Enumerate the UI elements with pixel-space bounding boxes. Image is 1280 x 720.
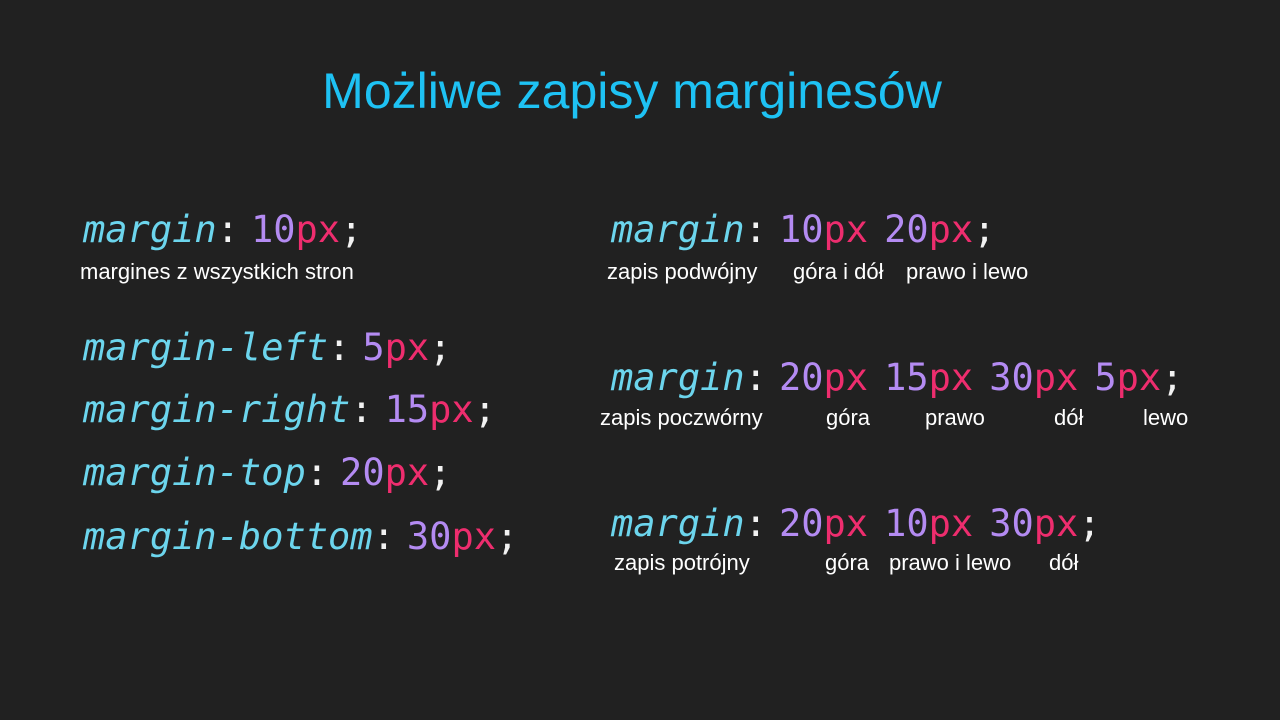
colon: : (216, 208, 239, 251)
css-property: margin (611, 208, 745, 251)
value-number: 20 (340, 451, 385, 494)
code-margin-right: margin-right: 15px; (83, 388, 496, 432)
colon: : (328, 326, 351, 369)
value-unit: px (928, 208, 974, 251)
caption-quadruple-type: zapis poczwórny (600, 405, 763, 430)
css-property: margin-bottom (83, 515, 373, 558)
caption-quadruple-top: góra (826, 405, 871, 430)
value-unit: px (1033, 502, 1079, 545)
value-number: 5 (1094, 356, 1117, 399)
colon: : (305, 451, 329, 494)
semicolon: ; (1078, 502, 1101, 545)
caption-quadruple-left: lewo (1143, 405, 1189, 430)
value-number: 30 (989, 502, 1034, 545)
semicolon: ; (1161, 356, 1184, 399)
caption-triple-horizontal: prawo i lewo (889, 550, 1012, 575)
caption-triple-bottom: dół (1049, 550, 1079, 575)
value-number: 30 (989, 356, 1034, 399)
value-unit: px (384, 326, 430, 369)
value-number: 10 (778, 208, 824, 251)
caption-quadruple-bottom: dół (1054, 405, 1084, 430)
value-number: 20 (778, 356, 824, 399)
value-number: 10 (884, 502, 929, 545)
colon: : (744, 502, 767, 545)
css-property: margin (611, 356, 745, 399)
slide-title: Możliwe zapisy marginesów (322, 63, 942, 119)
colon: : (744, 356, 767, 399)
semicolon: ; (429, 451, 452, 494)
value-unit: px (928, 356, 974, 399)
caption-triple-top: góra (825, 550, 870, 575)
caption-double-vertical: góra i dół (793, 259, 884, 284)
code-margin-left: margin-left: 5px; (83, 326, 451, 370)
value-unit: px (1116, 356, 1162, 399)
code-margin-triple: margin: 20px 10px 30px; (611, 502, 1101, 546)
code-margin-single: margin: 10px; (83, 208, 362, 252)
semicolon: ; (473, 388, 496, 431)
code-margin-quadruple: margin: 20px 15px 30px 5px; (611, 356, 1183, 400)
value-number: 5 (362, 326, 385, 369)
colon: : (744, 208, 767, 251)
caption-quadruple-right: prawo (925, 405, 985, 430)
caption-double-horizontal: prawo i lewo (906, 259, 1029, 284)
colon: : (350, 388, 373, 431)
value-unit: px (823, 356, 869, 399)
value-unit: px (451, 515, 496, 558)
value-number: 30 (406, 515, 452, 558)
value-unit: px (295, 208, 341, 251)
css-property: margin-right (83, 388, 351, 431)
css-property: margin-top (83, 451, 306, 494)
code-margin-top: margin-top: 20px; (83, 451, 451, 495)
value-number: 20 (778, 502, 824, 545)
value-unit: px (823, 502, 869, 545)
semicolon: ; (340, 208, 363, 251)
caption-double-type: zapis podwójny (607, 259, 758, 284)
css-property: margin (83, 208, 217, 251)
value-unit: px (823, 208, 869, 251)
value-number: 20 (884, 208, 929, 251)
caption-single: margines z wszystkich stron (80, 259, 354, 284)
value-unit: px (928, 502, 974, 545)
semicolon: ; (429, 326, 452, 369)
code-margin-double: margin: 10px 20px; (611, 208, 995, 252)
value-unit: px (384, 451, 430, 494)
value-number: 15 (884, 356, 929, 399)
value-unit: px (1033, 356, 1079, 399)
value-number: 15 (384, 388, 430, 431)
css-property: margin-left (83, 326, 329, 369)
caption-triple-type: zapis potrójny (614, 550, 750, 575)
semicolon: ; (973, 208, 996, 251)
colon: : (372, 515, 395, 558)
value-unit: px (429, 388, 474, 431)
code-margin-bottom: margin-bottom: 30px; (83, 515, 518, 559)
css-property: margin (611, 502, 745, 545)
value-number: 10 (250, 208, 296, 251)
semicolon: ; (496, 515, 519, 558)
